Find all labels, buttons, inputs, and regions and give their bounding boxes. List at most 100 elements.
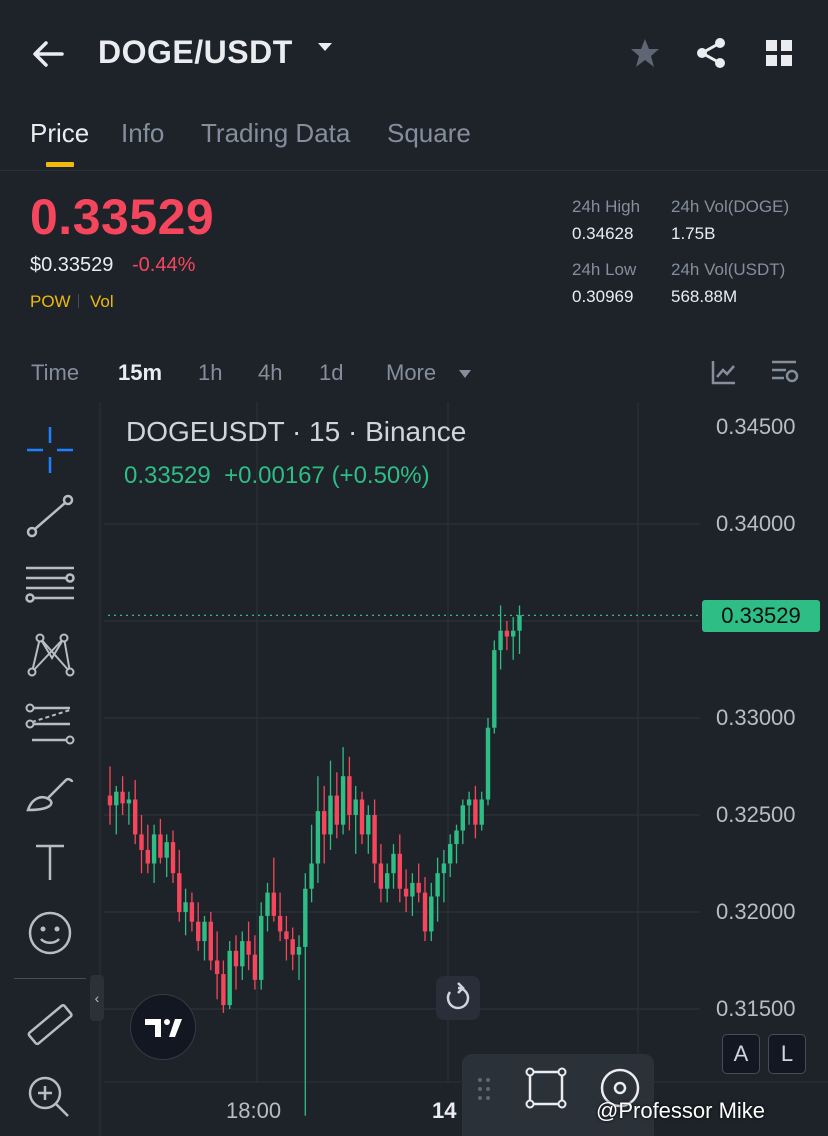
candle-down <box>359 799 365 835</box>
candle-up <box>492 650 497 728</box>
star-icon[interactable] <box>628 36 662 75</box>
candle-down <box>473 799 478 825</box>
price-change-percent: -0.44% <box>132 254 196 276</box>
grid-menu-icon[interactable] <box>764 38 794 73</box>
interval-4h[interactable]: 4h <box>258 360 282 386</box>
share-icon[interactable] <box>694 36 728 75</box>
candle-down <box>196 921 201 942</box>
candle-up <box>340 776 346 825</box>
candle-down <box>504 630 510 637</box>
candle-up <box>227 950 232 1006</box>
select-area-icon[interactable] <box>522 1064 570 1117</box>
tag-divider <box>78 294 79 308</box>
candle-down <box>145 849 150 864</box>
candle-down <box>133 799 138 835</box>
candle-up <box>265 892 270 916</box>
candle-up <box>448 844 453 864</box>
pattern-icon[interactable] <box>24 628 76 685</box>
candle-down <box>246 941 251 955</box>
candle-up <box>164 842 169 858</box>
candle-up <box>328 795 333 835</box>
candle-up <box>385 873 390 889</box>
stat-label-24h-vol-doge: 24h Vol(DOGE) <box>671 197 790 216</box>
zoom-in-icon[interactable] <box>24 1072 72 1125</box>
stat-label-24h-high: 24h High <box>572 197 641 216</box>
collapse-toolbar-button[interactable]: ‹ <box>90 975 104 1021</box>
channel-icon[interactable] <box>24 702 76 751</box>
chart-style-icon[interactable] <box>710 358 738 391</box>
more-caret-icon[interactable] <box>458 366 472 384</box>
brush-icon[interactable] <box>24 772 76 821</box>
interval-1d[interactable]: 1d <box>319 360 343 386</box>
candle-down <box>334 795 339 825</box>
y-tick-label: 0.32500 <box>716 802 796 827</box>
auto-scale-button[interactable]: A <box>722 1034 760 1074</box>
candle-down <box>158 834 163 858</box>
indicator-settings-icon[interactable] <box>770 358 800 391</box>
chart-area[interactable] <box>0 402 828 1136</box>
chart-ohlc-summary: 0.33529 +0.00167 (+0.50%) <box>124 462 430 490</box>
crosshair-icon[interactable] <box>24 424 76 481</box>
back-arrow-icon[interactable] <box>30 36 66 72</box>
tab-info[interactable]: Info <box>121 118 164 149</box>
interval-15m[interactable]: 15m <box>118 360 162 386</box>
drag-handle-icon[interactable] <box>476 1076 492 1107</box>
reset-icon[interactable] <box>436 976 480 1020</box>
stat-value-24h-vol-doge: 1.75B <box>671 224 716 243</box>
text-icon[interactable] <box>24 840 76 889</box>
current-price-badge: 0.33529 <box>702 600 820 632</box>
fib-levels-icon[interactable] <box>24 562 76 615</box>
tag-vol[interactable]: Vol <box>90 292 114 312</box>
candle-up <box>511 630 516 637</box>
candle-down <box>322 811 327 835</box>
chart-change: +0.00167 <box>224 462 325 489</box>
candle-down <box>214 960 220 975</box>
candle-up <box>151 834 157 864</box>
candle-down <box>397 853 402 889</box>
y-tick-label: 0.33000 <box>716 705 796 730</box>
interval-1h[interactable]: 1h <box>198 360 222 386</box>
candle-up <box>366 815 371 835</box>
candle-up <box>315 811 321 864</box>
candle-up <box>441 863 447 874</box>
trend-line-icon[interactable] <box>24 492 76 549</box>
y-tick-label: 0.32000 <box>716 899 796 924</box>
candle-down <box>221 974 226 1006</box>
candle-up <box>466 799 472 806</box>
usd-price: $0.33529 <box>30 254 114 276</box>
candle-down <box>208 921 213 961</box>
stat-value-24h-high: 0.34628 <box>572 224 634 243</box>
log-scale-button[interactable]: L <box>768 1034 806 1074</box>
ruler-icon[interactable] <box>24 1000 76 1057</box>
tab-square[interactable]: Square <box>387 118 471 149</box>
chart-last-price: 0.33529 <box>124 462 211 489</box>
candle-up <box>309 863 314 889</box>
y-tick-label: 0.34000 <box>716 511 796 536</box>
emoji-icon[interactable] <box>24 908 76 963</box>
candle-up <box>410 882 415 897</box>
candlestick-chart[interactable] <box>0 402 828 1136</box>
candle-down <box>189 902 195 922</box>
watermark-text: @Professor Mike <box>596 1098 766 1123</box>
dropdown-caret-icon[interactable] <box>316 40 334 59</box>
candle-down <box>252 954 258 980</box>
candle-up <box>391 853 396 874</box>
candle-down <box>372 815 377 864</box>
tradingview-logo[interactable] <box>130 994 196 1060</box>
candle-up <box>303 888 308 947</box>
candle-up <box>517 615 522 631</box>
interval-time[interactable]: Time <box>31 360 79 386</box>
candle-down <box>233 950 239 967</box>
pair-title[interactable]: DOGE/USDT <box>98 34 293 71</box>
candle-down <box>284 931 289 940</box>
toolbar-divider <box>14 978 86 979</box>
candle-up <box>485 727 491 800</box>
candle-down <box>120 791 125 804</box>
interval-more[interactable]: More <box>386 360 436 386</box>
candle-down <box>271 892 276 916</box>
candle-up <box>114 791 119 806</box>
tab-trading-data[interactable]: Trading Data <box>201 118 350 149</box>
candle-down <box>290 939 295 955</box>
tag-pow[interactable]: POW <box>30 292 71 312</box>
tab-price[interactable]: Price <box>30 118 89 149</box>
